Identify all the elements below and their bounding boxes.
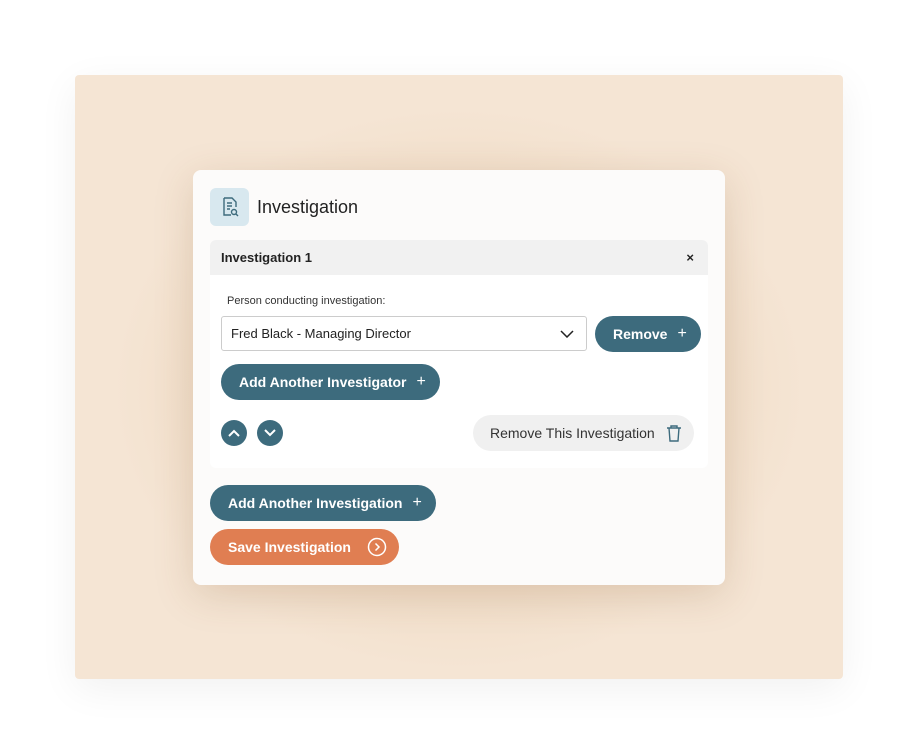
- page-title: Investigation: [257, 197, 359, 217]
- add-investigation-label: Add Another Investigation: [228, 495, 403, 511]
- move-up-button[interactable]: [221, 420, 247, 446]
- chevron-down-icon: [264, 429, 276, 437]
- close-icon[interactable]: ×: [686, 250, 694, 265]
- remove-investigation-label: Remove This Investigation: [490, 425, 655, 441]
- investigation-panel: Investigation 1 × Person conducting inve…: [210, 240, 708, 468]
- chevron-down-icon: [560, 329, 574, 338]
- chevron-up-icon: [228, 429, 240, 437]
- investigation-header: Investigation 1 ×: [210, 240, 708, 275]
- investigation-card: Investigation Investigation 1 × Person c…: [193, 170, 725, 585]
- document-search-icon: [210, 188, 249, 226]
- remove-investigation-button[interactable]: Remove This Investigation: [473, 415, 694, 451]
- save-investigation-button[interactable]: Save Investigation: [210, 529, 399, 565]
- plus-icon: +: [677, 325, 687, 342]
- person-label: Person conducting investigation:: [227, 295, 386, 307]
- add-investigation-button[interactable]: Add Another Investigation +: [210, 485, 436, 521]
- remove-label: Remove: [613, 326, 668, 342]
- add-investigator-label: Add Another Investigator: [239, 374, 407, 390]
- add-investigator-button[interactable]: Add Another Investigator +: [221, 364, 440, 400]
- person-select-value: Fred Black - Managing Director: [231, 326, 411, 341]
- plus-icon: +: [412, 494, 422, 511]
- trash-icon: [666, 425, 681, 442]
- move-down-button[interactable]: [257, 420, 283, 446]
- remove-investigator-button[interactable]: Remove +: [595, 316, 701, 352]
- investigation-title: Investigation 1: [221, 250, 313, 265]
- save-label: Save Investigation: [228, 539, 351, 555]
- plus-icon: +: [416, 373, 426, 390]
- arrow-right-circle-icon: [367, 537, 387, 557]
- person-select[interactable]: Fred Black - Managing Director: [221, 316, 587, 351]
